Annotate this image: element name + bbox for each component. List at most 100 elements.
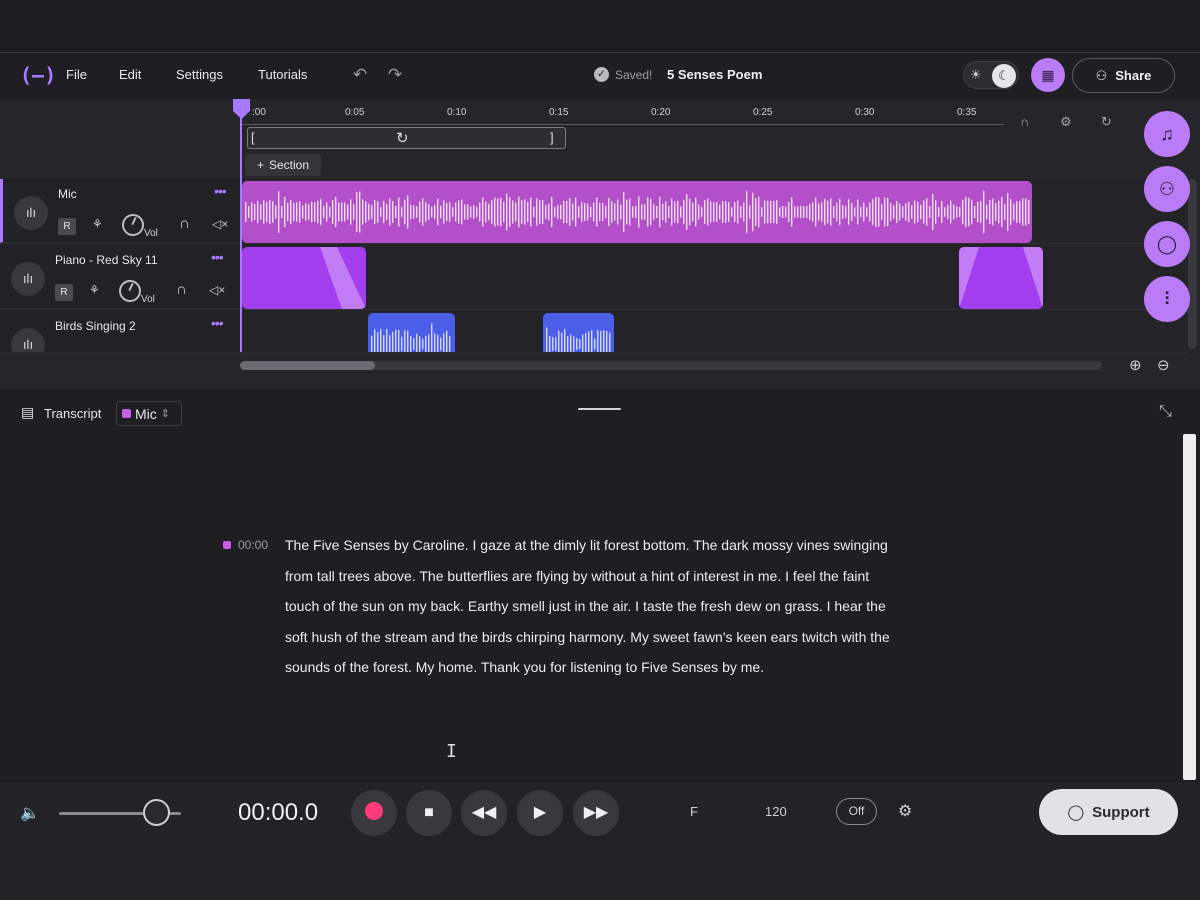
more-options-icon[interactable]: ••• [214, 183, 227, 199]
audio-clip-mic[interactable] [242, 181, 1032, 243]
volume-label: Vol [144, 228, 158, 239]
music-library-button[interactable]: ♫ [1144, 111, 1190, 157]
track-header-mic[interactable]: ılı Mic ••• R ⚘ Vol ∩ ◁× [0, 179, 240, 243]
record-arm-button[interactable]: R [55, 284, 73, 301]
speaker-icon[interactable]: 🔈 [20, 803, 40, 823]
track-name[interactable]: Piano - Red Sky 11 [55, 253, 158, 267]
audio-clip-piano[interactable] [959, 247, 1043, 309]
waveform-icon[interactable]: ılı [14, 196, 48, 230]
metronome-toggle[interactable]: Off [836, 798, 877, 825]
undo-icon[interactable]: ↶ [349, 64, 371, 86]
transcript-scrollbar[interactable] [1183, 434, 1196, 780]
transcript-text[interactable]: The Five Senses by Caroline. I gaze at t… [285, 530, 905, 683]
stop-button[interactable]: ■ [406, 790, 452, 836]
collapse-icon[interactable]: ⤡ [1159, 403, 1172, 421]
timeline-editor: :00 0:05 0:10 0:15 0:20 0:25 0:30 0:35 [… [0, 99, 1200, 389]
calendar-icon: ▦ [1041, 67, 1055, 83]
project-title[interactable]: 5 Senses Poem [667, 67, 762, 82]
calendar-button[interactable]: ▦ [1031, 58, 1065, 92]
menu-file[interactable]: File [66, 67, 87, 82]
ruler-tick: 0:20 [651, 107, 671, 118]
document-icon: ▤ [21, 404, 35, 420]
headphones-monitor-icon[interactable]: ∩ [1020, 114, 1029, 129]
rewind-button[interactable]: ◀◀ [461, 790, 507, 836]
menu-bar: (—) File Edit Settings Tutorials ↶ ↷ ✓ S… [0, 54, 1200, 98]
record-button[interactable] [351, 790, 397, 836]
selected-track-label: Mic [135, 405, 157, 422]
chat-bubble-icon: ◯ [1067, 804, 1085, 821]
ruler-tick: 0:05 [345, 107, 365, 118]
transcript-panel: ▤ Transcript Mic ⇕ ⤡ 00:00 The Five Sens… [0, 391, 1200, 781]
record-arm-button[interactable]: R [58, 218, 76, 235]
waveform-icon[interactable]: ılı [11, 262, 45, 296]
comments-button[interactable]: ◯ [1144, 221, 1190, 267]
effects-icon[interactable]: ⚘ [89, 283, 100, 297]
section-label: Section [268, 158, 310, 172]
support-label: Support [1092, 803, 1150, 821]
track-header-birds[interactable]: ılı Birds Singing 2 ••• [0, 311, 240, 353]
settings-gear-icon[interactable]: ⚙ [898, 801, 912, 821]
menu-settings[interactable]: Settings [176, 67, 223, 82]
ruler-tick: 0:30 [855, 107, 875, 118]
loop-region[interactable]: [ ↻ ] [247, 127, 566, 149]
menu-tutorials[interactable]: Tutorials [258, 67, 307, 82]
support-button[interactable]: ◯ Support [1039, 789, 1178, 835]
settings-gear-icon[interactable]: ⚙ [1060, 114, 1072, 130]
audio-clip-birds[interactable] [543, 313, 614, 352]
tempo-bpm[interactable]: 120 [765, 804, 787, 819]
more-options-icon[interactable]: ••• [211, 249, 224, 265]
track-color-swatch [122, 409, 131, 418]
audio-clip-piano[interactable] [242, 247, 366, 309]
scrollbar-thumb[interactable] [240, 361, 375, 370]
theme-toggle[interactable]: ☀ ☾ [963, 61, 1019, 89]
track-name[interactable]: Birds Singing 2 [55, 319, 136, 333]
track-lane-piano[interactable] [242, 245, 1187, 310]
users-icon: ⚇ [1158, 179, 1176, 199]
track-header-piano[interactable]: ılı Piano - Red Sky 11 ••• R ⚘ Vol ∩ ◁× [0, 245, 240, 309]
timeline-ruler[interactable]: :00 0:05 0:10 0:15 0:20 0:25 0:30 0:35 [241, 99, 1006, 127]
volume-knob[interactable] [119, 280, 141, 302]
track-lane-mic[interactable] [242, 179, 1187, 244]
add-section-button[interactable]: + Section [245, 154, 321, 176]
effects-icon[interactable]: ⚘ [92, 217, 103, 231]
headphones-icon[interactable]: ∩ [176, 281, 187, 298]
ruler-tick: :00 [252, 107, 266, 118]
key-signature[interactable]: F [690, 804, 698, 819]
zoom-in-icon[interactable]: ⊕ [1129, 356, 1142, 374]
waveform-icon[interactable]: ılı [11, 328, 45, 352]
segment-timestamp[interactable]: 00:00 [238, 538, 268, 552]
app-logo-icon[interactable]: (—) [20, 65, 56, 85]
transcript-track-select[interactable]: Mic ⇕ [116, 401, 182, 426]
volume-knob[interactable] [122, 214, 144, 236]
users-icon: ⚇ [1095, 67, 1108, 83]
fast-forward-button[interactable]: ▶▶ [573, 790, 619, 836]
audio-clip-birds[interactable] [368, 313, 455, 352]
segment-speaker-marker [223, 541, 231, 549]
collaborators-button[interactable]: ⚇ [1144, 166, 1190, 212]
transport-bar: 🔈 00:00.0 ■ ◀◀ ▶ ▶▶ F 120 Off ⚙ ◯ Suppor… [0, 782, 1200, 900]
volume-slider-thumb[interactable] [142, 799, 170, 826]
play-button[interactable]: ▶ [517, 790, 563, 836]
refresh-icon[interactable]: ↻ [1101, 114, 1112, 130]
time-readout: 00:00.0 [238, 799, 319, 826]
track-lane-birds[interactable] [242, 311, 1187, 353]
loop-icon[interactable]: ↻ [396, 129, 409, 147]
mixer-button[interactable]: ⫶ [1144, 276, 1190, 322]
clip-fade-shape [959, 247, 1043, 309]
mute-icon[interactable]: ◁× [212, 217, 228, 231]
mute-icon[interactable]: ◁× [209, 283, 225, 297]
redo-icon[interactable]: ↷ [384, 64, 406, 86]
horizontal-scrollbar[interactable] [240, 361, 1102, 370]
headphones-icon[interactable]: ∩ [179, 215, 190, 232]
vertical-scrollbar[interactable] [1188, 179, 1197, 349]
loop-start-handle-icon[interactable]: [ [251, 130, 255, 145]
track-name[interactable]: Mic [58, 187, 77, 201]
ruler-tick: 0:35 [957, 107, 977, 118]
zoom-out-icon[interactable]: ⊖ [1157, 356, 1170, 374]
chat-bubble-icon: ◯ [1156, 234, 1178, 254]
menu-edit[interactable]: Edit [119, 67, 141, 82]
panel-resize-handle[interactable] [578, 408, 621, 410]
share-button[interactable]: ⚇ Share [1072, 58, 1175, 93]
more-options-icon[interactable]: ••• [211, 315, 224, 331]
loop-end-handle-icon[interactable]: ] [550, 130, 554, 145]
